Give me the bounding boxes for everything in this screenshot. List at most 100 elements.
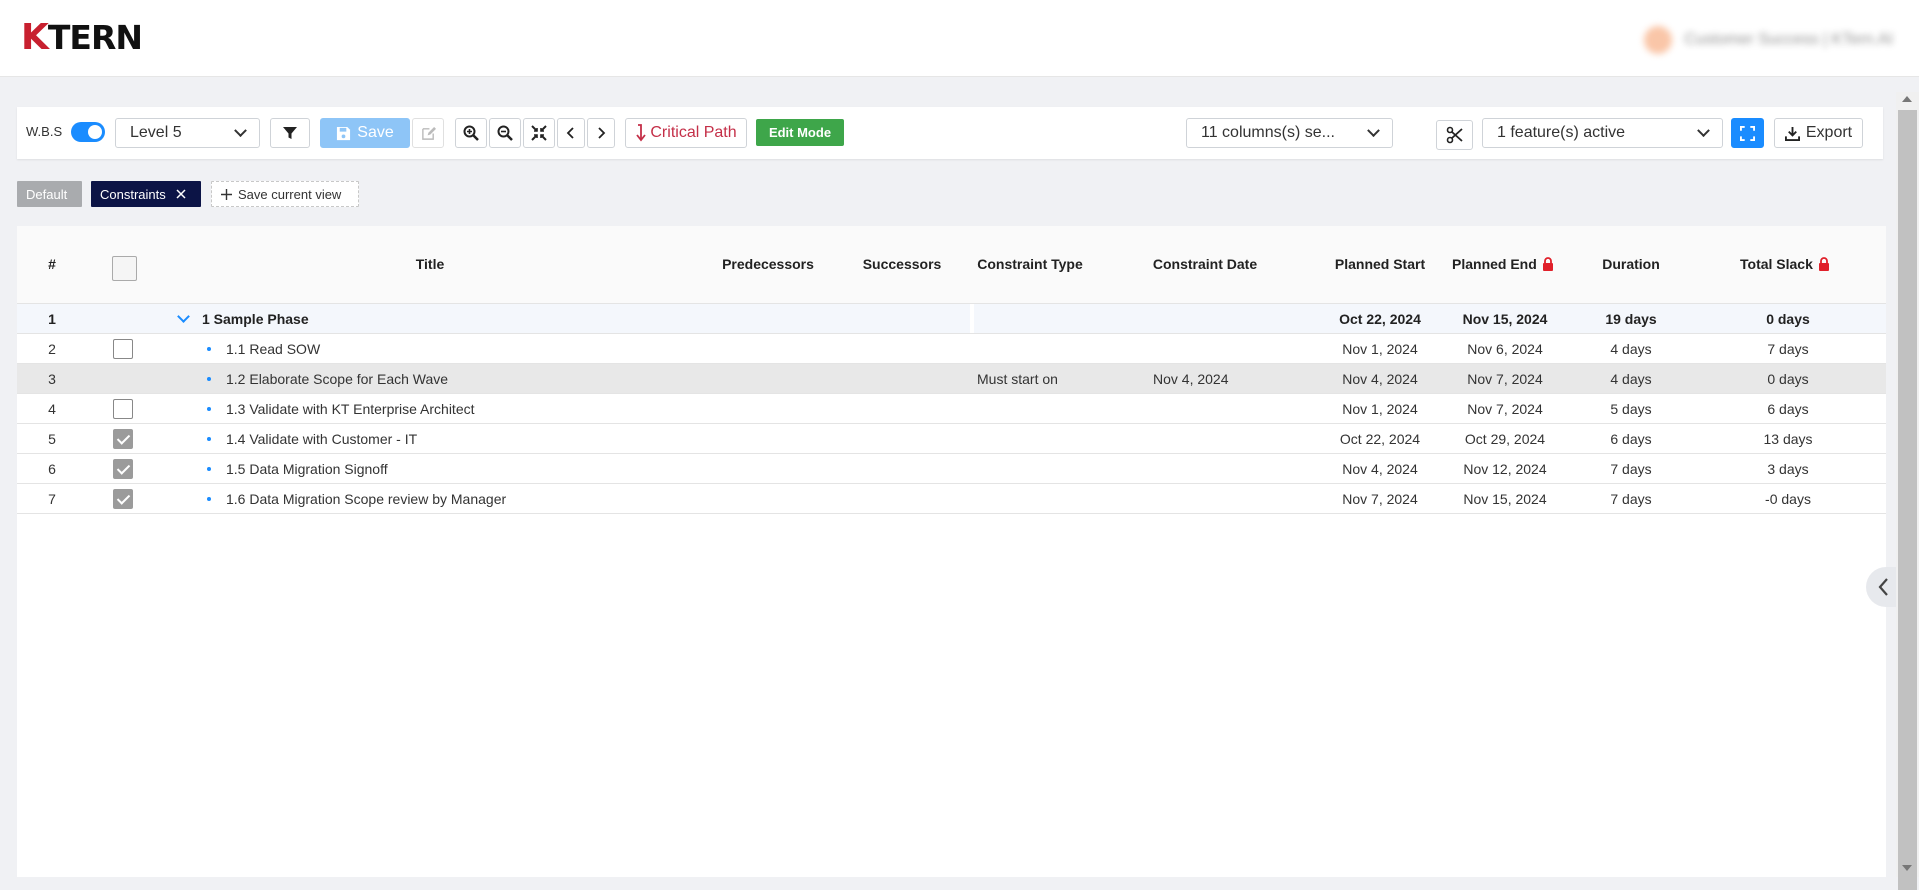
column-header-duration[interactable]: Duration [1602,256,1660,272]
planned-end: Nov 15, 2024 [1462,311,1548,327]
chevron-down-icon [1367,123,1380,137]
table-row[interactable]: 5 1.4 Validate with Customer - IT Oct 22… [17,424,1886,454]
bullet-icon [207,497,211,501]
logo-k: K [21,16,49,58]
zoom-out-button[interactable] [489,118,521,148]
scroll-down-arrow[interactable] [1902,865,1912,871]
table-row[interactable]: 1 1 Sample Phase Oct 22, 2024 Nov 15, 20… [17,304,1886,334]
save-icon [337,126,351,140]
constraint-type[interactable]: Must start on [977,371,1058,387]
table-row[interactable]: 2 1.1 Read SOW Nov 1, 2024 Nov 6, 2024 4… [17,334,1886,364]
task-title[interactable]: 1 Sample Phase [202,311,309,327]
table-row[interactable]: 7 1.6 Data Migration Scope review by Man… [17,484,1886,514]
features-select[interactable]: 1 feature(s) active [1482,118,1723,148]
constraint-date[interactable]: Nov 4, 2024 [1153,371,1229,387]
task-title[interactable]: 1.5 Data Migration Signoff [226,461,388,477]
lock-icon [1542,257,1553,271]
task-title[interactable]: 1.4 Validate with Customer - IT [226,431,417,447]
logo-text: TERN [47,17,143,57]
column-header-planned-end[interactable]: Planned End [1452,256,1554,272]
fullscreen-button[interactable] [1731,118,1764,148]
column-header-successors[interactable]: Successors [863,256,942,272]
planned-end: Nov 12, 2024 [1463,461,1547,477]
row-num: 2 [48,341,56,357]
row-checkbox[interactable] [113,339,133,359]
save-current-view-button[interactable]: Save current view [211,181,359,207]
level-select[interactable]: Level 5 [115,118,260,148]
planned-end: Nov 7, 2024 [1467,371,1543,387]
save-button[interactable]: Save [320,118,410,148]
column-header-constraint-type[interactable]: Constraint Type [977,256,1083,272]
task-title[interactable]: 1.6 Data Migration Scope review by Manag… [226,491,506,507]
total-slack: 3 days [1767,461,1809,477]
fit-to-screen-button[interactable] [523,118,555,148]
gantt-collapse-toggle[interactable] [1866,567,1900,607]
features-value: 1 feature(s) active [1497,124,1626,141]
task-title[interactable]: 1.2 Elaborate Scope for Each Wave [226,371,448,387]
column-header-total-slack[interactable]: Total Slack [1740,256,1830,272]
task-title[interactable]: 1.1 Read SOW [226,341,320,357]
total-slack: 6 days [1767,401,1809,417]
row-checkbox-checked[interactable] [113,429,133,449]
planned-end: Oct 29, 2024 [1464,431,1546,447]
save-label: Save [357,124,394,141]
column-header-title[interactable]: Title [416,256,445,272]
row-num: 1 [48,311,56,327]
chevron-down-icon[interactable] [177,310,190,323]
scissors-button[interactable] [1436,120,1473,150]
wbs-label: W.B.S [26,124,63,139]
planned-start: Oct 22, 2024 [1339,431,1421,447]
row-checkbox-checked[interactable] [113,459,133,479]
duration: 7 days [1610,491,1652,507]
ktern-logo[interactable]: K TERN [21,16,143,58]
row-num: 7 [48,491,56,507]
chevron-down-icon [234,123,247,137]
level-value: Level 5 [130,124,182,141]
user-menu[interactable]: Customer Success | KTern.AI [1644,26,1893,54]
planned-end: Nov 15, 2024 [1463,491,1547,507]
scroll-left-button[interactable] [557,118,585,148]
scrollbar-thumb[interactable] [1898,110,1917,890]
planned-start: Nov 1, 2024 [1342,401,1418,417]
columns-value: 11 columns(s) se... [1201,124,1335,141]
wbs-toggle[interactable] [71,122,105,142]
planned-end: Nov 7, 2024 [1467,401,1543,417]
total-slack: 13 days [1763,431,1813,447]
filter-button[interactable] [270,118,310,148]
plus-icon [221,188,232,200]
scroll-right-button[interactable] [587,118,615,148]
select-all-checkbox[interactable] [112,256,137,281]
view-chip-constraints[interactable]: Constraints [91,181,201,207]
export-button[interactable]: Export [1774,118,1863,148]
cell-divider [970,304,974,333]
row-checkbox-checked[interactable] [113,489,133,509]
planned-start: Nov 7, 2024 [1342,491,1418,507]
edit-mode-button[interactable]: Edit Mode [756,119,844,146]
column-header-constraint-date[interactable]: Constraint Date [1153,256,1257,272]
app-header: K TERN Customer Success | KTern.AI [0,0,1919,77]
vertical-scrollbar[interactable] [1896,92,1919,890]
row-num: 4 [48,401,56,417]
scroll-up-arrow[interactable] [1902,96,1912,102]
column-header-num[interactable]: # [48,256,56,272]
column-header-predecessors[interactable]: Predecessors [722,256,814,272]
column-header-planned-start[interactable]: Planned Start [1335,256,1425,272]
table-row[interactable]: 4 1.3 Validate with KT Enterprise Archit… [17,394,1886,424]
avatar [1644,26,1673,54]
column-header-planned-end-label: Planned End [1452,256,1537,272]
table-row[interactable]: 3 1.2 Elaborate Scope for Each Wave Must… [17,364,1886,394]
view-chip-label: Default [26,186,68,202]
table-row[interactable]: 6 1.5 Data Migration Signoff Nov 4, 2024… [17,454,1886,484]
bullet-icon [207,377,211,381]
zoom-in-button[interactable] [455,118,487,148]
duration: 6 days [1610,431,1652,447]
critical-path-button[interactable]: Critical Path [625,118,747,148]
view-chip-default[interactable]: Default [17,181,82,207]
columns-select[interactable]: 11 columns(s) se... [1186,118,1393,148]
planned-start: Nov 4, 2024 [1342,371,1418,387]
close-icon[interactable] [176,189,186,199]
edit-button[interactable] [412,118,444,148]
row-checkbox[interactable] [113,399,133,419]
task-title[interactable]: 1.3 Validate with KT Enterprise Architec… [226,401,475,417]
duration: 4 days [1610,371,1652,387]
